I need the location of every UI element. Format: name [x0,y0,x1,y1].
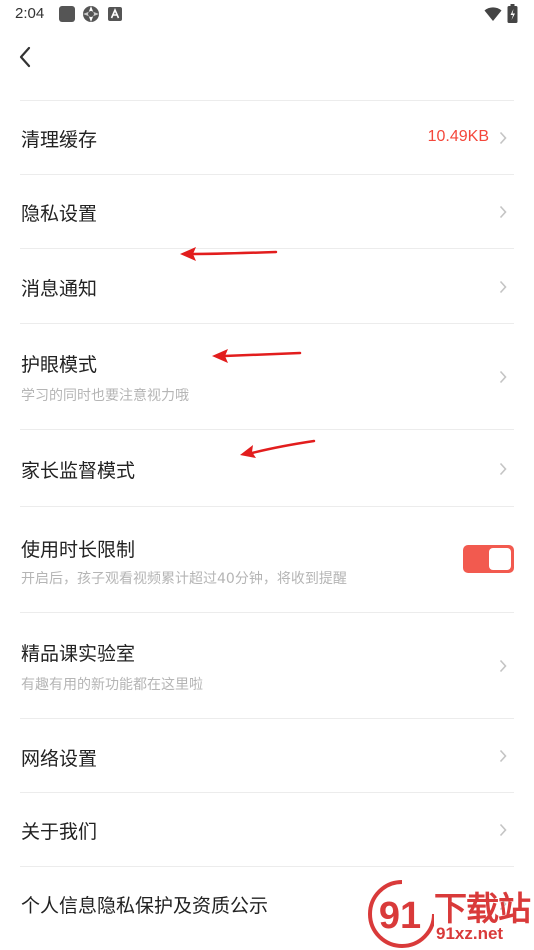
settings-item-clear-cache[interactable]: 清理缓存 10.49KB [20,100,514,174]
settings-item-title: 家长监督模式 [21,460,136,482]
settings-item-title: 精品课实验室 [21,643,136,665]
chevron-right-icon [499,823,507,837]
square-icon [59,6,75,22]
settings-item-title: 护眼模式 [21,354,98,376]
settings-item-about-us[interactable]: 关于我们 [20,792,514,866]
annotation-arrow [240,439,316,458]
chevron-right-icon [499,462,507,476]
chevron-left-icon [19,46,31,68]
watermark-logo: 91 下载站 91xz.net [364,878,534,950]
chevron-right-icon [499,280,507,294]
a-badge-icon [108,7,122,21]
settings-item-network[interactable]: 网络设置 [20,718,514,792]
chevron-right-icon [499,131,507,145]
wifi-icon [484,7,502,21]
settings-item-subtitle: 开启后，孩子观看视频累计超过40分钟，将收到提醒 [21,571,347,587]
usage-limit-toggle[interactable] [463,545,514,573]
chevron-right-icon [499,749,507,763]
status-time: 2:04 [15,5,45,22]
settings-item-subtitle: 学习的同时也要注意视力哦 [21,388,189,404]
settings-item-subtitle: 有趣有用的新功能都在这里啦 [21,677,203,693]
chevron-right-icon [499,659,507,673]
settings-item-title: 清理缓存 [21,129,98,151]
toggle-knob [489,548,511,570]
chevron-right-icon [499,370,507,384]
settings-item-title: 隐私设置 [21,203,98,225]
settings-item-title: 个人信息隐私保护及资质公示 [21,895,269,917]
aperture-icon [83,6,99,22]
settings-item-title: 关于我们 [21,821,98,843]
settings-item-course-lab[interactable]: 精品课实验室 有趣有用的新功能都在这里啦 [20,612,514,718]
battery-icon [507,4,518,23]
back-button[interactable] [10,42,40,72]
chevron-right-icon [499,205,507,219]
status-bar: 2:04 [0,0,534,30]
watermark-title: 下载站 [434,889,531,928]
logo-91-icon: 91 [368,880,434,948]
settings-item-eye-care[interactable]: 护眼模式 学习的同时也要注意视力哦 [20,323,514,429]
cache-size-value: 10.49KB [427,128,489,145]
annotation-arrow [180,247,278,261]
nav-bar [0,30,534,100]
settings-item-title: 网络设置 [21,748,98,770]
logo-digits: 91 [379,895,421,937]
watermark-url: 91xz.net [436,924,504,943]
settings-item-title: 使用时长限制 [21,539,136,561]
annotation-arrow [212,349,302,363]
settings-item-privacy[interactable]: 隐私设置 [20,174,514,248]
settings-list: 清理缓存 10.49KB 隐私设置 消息通知 护眼模式 学习的同时也要注意视力哦… [0,100,534,940]
settings-item-usage-time-limit: 使用时长限制 开启后，孩子观看视频累计超过40分钟，将收到提醒 [20,506,514,612]
settings-item-title: 消息通知 [21,278,98,300]
